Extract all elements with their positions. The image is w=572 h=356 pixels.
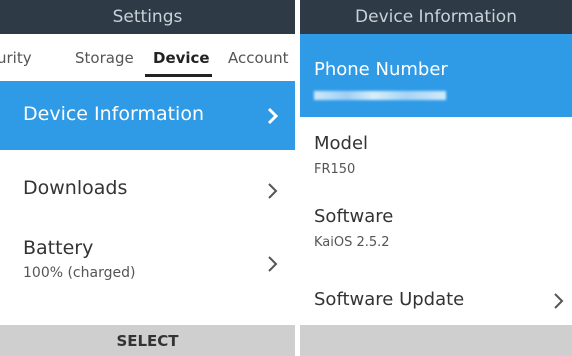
menu-item-label: Device Information: [23, 103, 205, 125]
softkey-bar: [300, 325, 572, 356]
device-info-title: Device Information: [355, 7, 517, 27]
select-softkey[interactable]: SELECT: [116, 332, 178, 350]
active-tab-indicator: [145, 74, 212, 77]
software-update-item[interactable]: Software Update: [300, 275, 572, 324]
chevron-right-icon: [554, 293, 564, 309]
model-label: Model: [314, 133, 369, 154]
chevron-right-icon: [268, 183, 278, 199]
phone-number-item[interactable]: Phone Number: [300, 34, 572, 117]
softkey-bar: SELECT: [0, 325, 295, 356]
menu-item-device-information[interactable]: Device Information: [0, 81, 295, 150]
menu-item-downloads[interactable]: Downloads: [0, 150, 295, 225]
tab-account[interactable]: Account: [228, 49, 289, 67]
menu-item-label: Downloads: [23, 177, 128, 199]
tab-security[interactable]: urity: [0, 49, 32, 67]
tab-storage[interactable]: Storage: [75, 49, 134, 67]
menu-item-label: Battery: [23, 237, 94, 259]
device-info-header: Device Information: [300, 0, 572, 34]
battery-status: 100% (charged): [23, 265, 136, 281]
chevron-right-icon: [267, 107, 279, 125]
settings-title: Settings: [112, 7, 183, 27]
settings-screen: Settings urity Storage Device Account De…: [0, 0, 295, 356]
software-value: KaiOS 2.5.2: [314, 235, 390, 250]
phone-number-redacted: [314, 91, 446, 100]
model-value: FR150: [314, 162, 356, 177]
tab-device[interactable]: Device: [153, 49, 210, 67]
phone-number-label: Phone Number: [314, 59, 448, 80]
software-label: Software: [314, 206, 394, 227]
software-update-label: Software Update: [314, 289, 465, 310]
settings-header: Settings: [0, 0, 295, 34]
menu-item-battery[interactable]: Battery 100% (charged): [0, 225, 295, 305]
device-information-screen: Device Information Phone Number Model FR…: [300, 0, 572, 356]
chevron-right-icon: [268, 256, 278, 272]
